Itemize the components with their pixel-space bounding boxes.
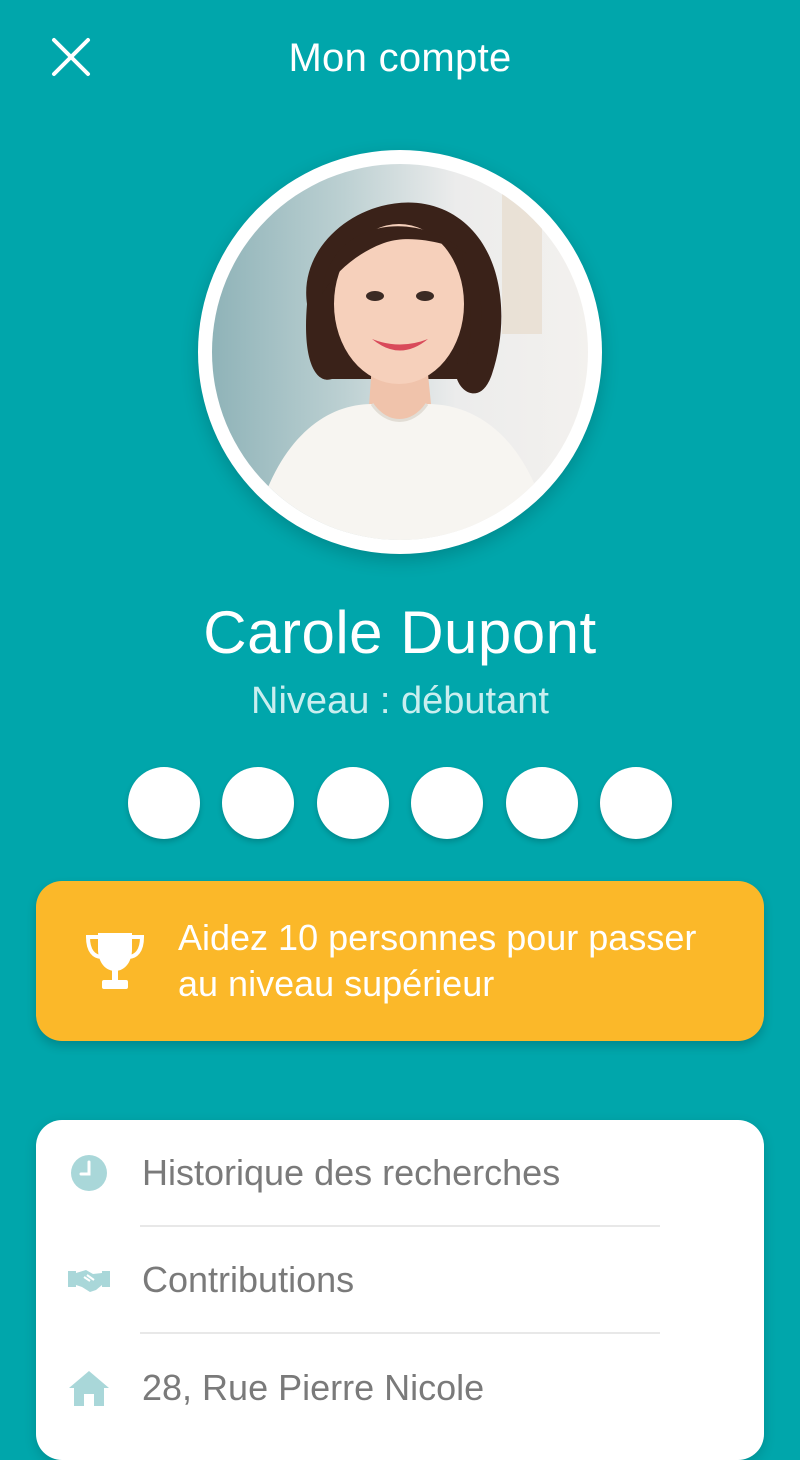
menu-item-contributions[interactable]: Contributions (36, 1227, 764, 1334)
avatar[interactable] (212, 164, 588, 540)
clock-icon (71, 1155, 107, 1191)
level-dot (128, 767, 200, 839)
level-dot (316, 767, 389, 839)
menu-item-search-history[interactable]: Historique des recherches (36, 1120, 764, 1227)
level-dot (411, 767, 484, 839)
menu-item-label: Historique des recherches (142, 1152, 561, 1193)
account-menu: Historique des recherches Contributions … (36, 1120, 764, 1460)
header-bar: Mon compte (0, 0, 800, 120)
trophy-icon (85, 933, 145, 989)
level-dot (505, 767, 578, 839)
level-progress-dots (128, 767, 672, 841)
avatar-frame (198, 150, 602, 554)
profile-photo (212, 164, 588, 540)
level-dot (222, 767, 295, 839)
menu-item-address[interactable]: 28, Rue Pierre Nicole (36, 1335, 764, 1442)
menu-divider (140, 1332, 660, 1334)
menu-item-label: Contributions (142, 1259, 355, 1300)
handshake-icon (68, 1270, 110, 1292)
banner-text-line2: au niveau supérieur (178, 963, 495, 1004)
banner-text: Aidez 10 personnes pour passer au niveau… (178, 915, 748, 1007)
user-name: Carole Dupont (203, 599, 597, 666)
home-icon (69, 1371, 109, 1406)
page-title: Mon compte (288, 36, 512, 80)
user-level: Niveau : débutant (251, 680, 549, 722)
banner-text-line1: Aidez 10 personnes pour passer (178, 917, 697, 958)
level-up-banner[interactable]: Aidez 10 personnes pour passer au niveau… (36, 881, 764, 1041)
menu-item-label: 28, Rue Pierre Nicole (142, 1367, 485, 1408)
level-dot (599, 767, 672, 839)
